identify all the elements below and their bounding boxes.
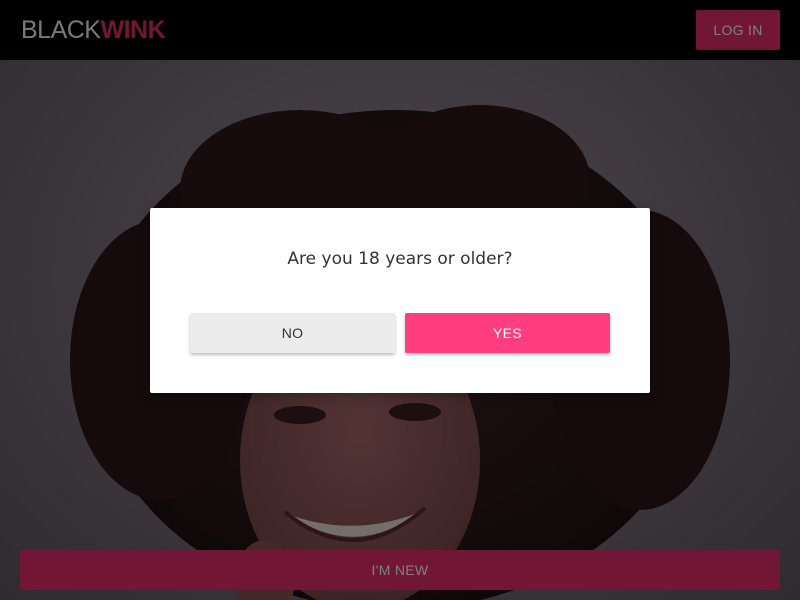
page: BLACKWINK LOG IN [0, 0, 800, 600]
age-question-text: Are you 18 years or older? [287, 249, 513, 269]
age-verification-dialog: Are you 18 years or older? NO YES [150, 208, 650, 393]
no-button[interactable]: NO [190, 313, 395, 353]
yes-button[interactable]: YES [405, 313, 610, 353]
